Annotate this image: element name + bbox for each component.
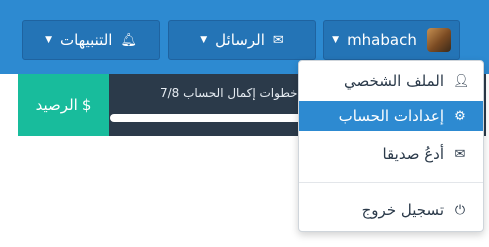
user-icon: 👤︎ (453, 73, 470, 89)
avatar (426, 28, 451, 52)
envelope-icon: ✉ (272, 32, 284, 48)
menu-item-invite-friend[interactable]: أدعُ صديقا ✉ (299, 139, 483, 169)
bell-icon: 🔔︎ (120, 32, 137, 48)
menu-item-account-settings[interactable]: إعدادات الحساب ⚙ (299, 101, 483, 131)
power-icon: ⏻ (454, 202, 466, 218)
menu-item-label: إعدادات الحساب (338, 107, 444, 125)
alerts-label: التنبيهات (59, 31, 113, 49)
caret-down-icon: ▼ (200, 35, 208, 45)
dollar-icon: $ (81, 96, 92, 114)
user-dropdown-button[interactable]: ▼ mhabach (323, 20, 460, 60)
balance-button[interactable]: $ الرصيد (18, 74, 109, 136)
balance-label: الرصيد (35, 96, 78, 114)
messages-dropdown-button[interactable]: ✉ الرسائل ▼ (168, 20, 316, 60)
username-label: mhabach (347, 31, 417, 49)
menu-item-label: تسجيل خروج (361, 201, 444, 219)
menu-divider (299, 182, 483, 183)
user-dropdown-menu: الملف الشخصي 👤︎ إعدادات الحساب ⚙ أدعُ صد… (298, 60, 484, 232)
caret-down-icon: ▼ (45, 35, 52, 45)
messages-label: الرسائل (215, 31, 265, 49)
progress-label: خطوات إكمال الحساب 7/8 (160, 86, 298, 100)
alerts-dropdown-button[interactable]: 🔔︎ التنبيهات ▼ (22, 20, 160, 60)
caret-down-icon: ▼ (332, 35, 340, 45)
gear-icon: ⚙ (454, 108, 466, 124)
menu-item-label: الملف الشخصي (344, 72, 444, 90)
menu-item-logout[interactable]: تسجيل خروج ⏻ (299, 195, 483, 225)
menu-item-label: أدعُ صديقا (382, 145, 444, 163)
envelope-icon: ✉ (454, 146, 466, 162)
menu-item-profile[interactable]: الملف الشخصي 👤︎ (299, 66, 483, 96)
account-progress-bar (110, 114, 304, 122)
